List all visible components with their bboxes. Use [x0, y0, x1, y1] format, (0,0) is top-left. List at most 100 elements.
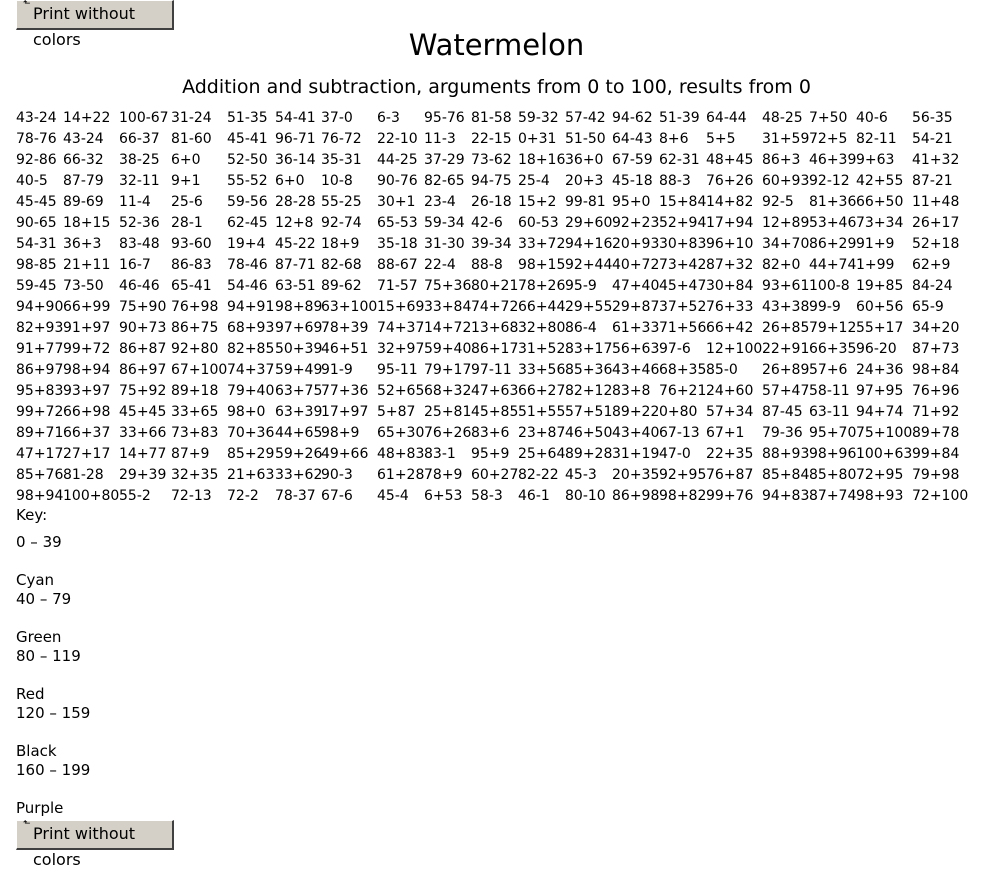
problem-cell: 90+73	[119, 320, 167, 336]
problem-cell: 82-65	[424, 173, 465, 189]
problem-cell: 1+99	[856, 257, 895, 273]
print-without-colors-button-top[interactable]: ⬑ Print without colors	[16, 0, 174, 49]
problem-cell: 93+97	[63, 383, 111, 399]
problem-cell: 32+35	[171, 467, 219, 483]
problem-cell: 57-42	[565, 110, 606, 126]
problem-cell: 26+89	[762, 362, 810, 378]
problem-cell: 88+93	[762, 446, 810, 462]
problem-cell: 92-86	[16, 152, 57, 168]
problem-cell: 48-25	[762, 110, 803, 126]
problem-cell: 86+97	[16, 362, 64, 378]
problem-cell: 29+55	[565, 299, 613, 315]
problem-cell: 29+60	[565, 215, 613, 231]
problem-cell: 79+17	[424, 362, 472, 378]
key-color-4: Purple	[16, 799, 64, 817]
problem-cell: 6+0	[171, 152, 201, 168]
problem-cell: 32+97	[377, 341, 425, 357]
problem-cell: 98+94	[16, 488, 64, 504]
problem-cell: 87-21	[912, 173, 953, 189]
problem-cell: 73+83	[171, 425, 219, 441]
problem-cell: 97+95	[856, 383, 904, 399]
problem-cell: 54-41	[275, 110, 316, 126]
problem-cell: 85+76	[16, 467, 64, 483]
problem-cell: 60+27	[471, 467, 519, 483]
problem-cell: 43-24	[63, 131, 104, 147]
problem-cell: 26+85	[762, 320, 810, 336]
problem-cell: 25+64	[518, 446, 566, 462]
problem-cell: 94+91	[227, 299, 275, 315]
problem-cell: 49+66	[321, 446, 369, 462]
problem-cell: 63+75	[275, 383, 323, 399]
problem-cell: 99+76	[706, 488, 754, 504]
problem-cell: 52-50	[227, 152, 268, 168]
problem-cell: 86+87	[119, 341, 167, 357]
problem-cell: 25-4	[518, 173, 550, 189]
problem-cell: 42+55	[856, 173, 904, 189]
problem-cell: 89-62	[321, 278, 362, 294]
problem-cell: 98+9	[321, 425, 360, 441]
key-range-4: 160 – 199	[16, 761, 91, 779]
problem-cell: 45-3	[565, 467, 597, 483]
problem-cell: 62-31	[659, 152, 700, 168]
page-subtitle: Addition and subtraction, arguments from…	[182, 76, 811, 98]
problem-cell: 55-52	[227, 173, 268, 189]
problem-cell: 11+48	[912, 194, 960, 210]
problem-cell: 52+94	[659, 215, 707, 231]
problem-cell: 19+4	[227, 236, 266, 252]
problem-cell: 72+95	[856, 467, 904, 483]
problem-cell: 76+26	[706, 173, 754, 189]
problem-cell: 83-1	[424, 446, 456, 462]
problem-cell: 76-72	[321, 131, 362, 147]
problem-cell: 15+69	[377, 299, 425, 315]
problem-cell: 22-10	[377, 131, 418, 147]
problem-cell: 86+98	[612, 488, 660, 504]
problem-cell: 90-65	[16, 215, 57, 231]
problem-cell: 26+17	[912, 215, 960, 231]
problem-cell: 98+82	[659, 488, 707, 504]
problem-cell: 82+93	[16, 320, 64, 336]
problem-cell: 95+9	[471, 446, 510, 462]
problem-cell: 76+87	[706, 467, 754, 483]
problem-cell: 82+0	[762, 257, 801, 273]
problem-cell: 86+97	[119, 362, 167, 378]
problem-cell: 98+84	[912, 362, 960, 378]
key-range-3: 120 – 159	[16, 704, 91, 722]
problem-cell: 83+6	[471, 425, 510, 441]
problem-cell: 55-25	[321, 194, 362, 210]
problem-cell: 52+65	[377, 383, 425, 399]
problem-cell: 87+74	[809, 488, 857, 504]
problem-cell: 92-5	[762, 194, 794, 210]
problem-cell: 37-0	[321, 110, 353, 126]
key-range-0: 0 – 39	[16, 533, 62, 551]
problem-cell: 47+63	[471, 383, 519, 399]
problem-cell: 87-71	[275, 257, 316, 273]
problem-cell: 32-11	[119, 173, 160, 189]
problem-cell: 87+9	[171, 446, 210, 462]
problem-cell: 75+90	[119, 299, 167, 315]
problem-cell: 89+71	[16, 425, 64, 441]
problem-cell: 48+45	[706, 152, 754, 168]
problem-cell: 73+42	[659, 257, 707, 273]
problem-cell: 75+36	[424, 278, 472, 294]
problem-cell: 51-35	[227, 110, 268, 126]
problem-cell: 90-3	[321, 467, 353, 483]
problem-cell: 31+19	[612, 446, 660, 462]
problem-cell: 66-37	[119, 131, 160, 147]
problem-cell: 82-11	[856, 131, 897, 147]
problem-cell: 99+72	[63, 341, 111, 357]
problem-cell: 65-9	[912, 299, 944, 315]
problem-cell: 51-50	[565, 131, 606, 147]
problem-grid: 43-24 14+22 100-67 31-24 51-35 54-41 37-0 6-3 95…	[0, 108, 993, 508]
problem-cell: 59-45	[16, 278, 57, 294]
problem-cell: 57+6	[809, 362, 848, 378]
problem-cell: 99+84	[912, 446, 960, 462]
problem-cell: 14+82	[706, 194, 754, 210]
problem-cell: 94+16	[565, 236, 613, 252]
problem-cell: 79+12	[809, 320, 857, 336]
problem-cell: 63-51	[275, 278, 316, 294]
print-without-colors-button-bottom[interactable]: ⬑ Print without colors	[16, 819, 174, 869]
problem-cell: 45-41	[227, 131, 268, 147]
problem-cell: 89+18	[171, 383, 219, 399]
problem-cell: 94+74	[856, 404, 904, 420]
problem-cell: 66+98	[63, 404, 111, 420]
